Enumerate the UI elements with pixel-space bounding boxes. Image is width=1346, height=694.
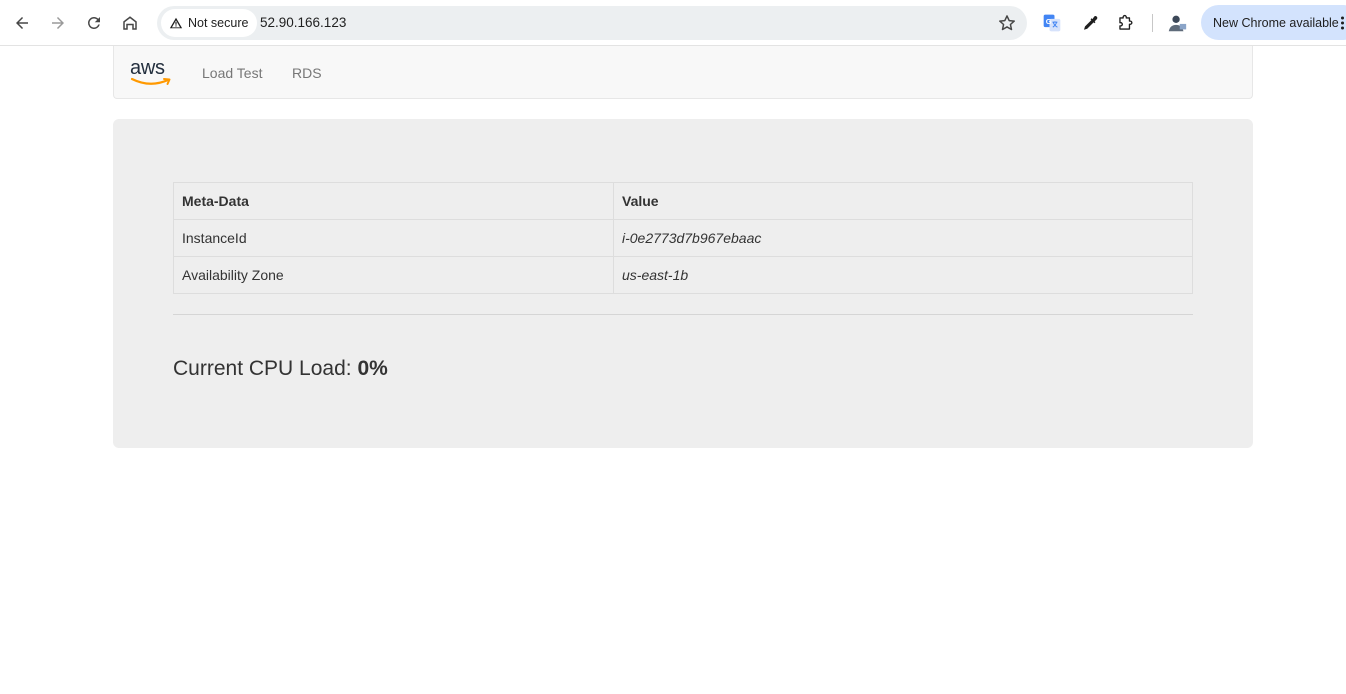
chrome-update-button[interactable]: New Chrome available [1201,5,1346,40]
header-value: Value [613,182,1193,220]
warning-icon [169,17,183,29]
divider [173,314,1193,315]
site-navbar: aws Load Test RDS [113,46,1253,99]
reload-icon [87,16,100,29]
url-text[interactable]: 52.90.166.123 [260,15,346,30]
svg-text:G: G [1046,17,1052,26]
toolbar-separator [1152,14,1153,32]
bookmark-star-icon[interactable] [997,13,1017,33]
table-header-row: Meta-Data Value [173,182,1193,220]
translate-icon: G [1043,14,1061,32]
table-row: InstanceId i-0e2773d7b967ebaac [173,219,1193,257]
home-button[interactable] [116,9,144,37]
back-button[interactable] [8,9,36,37]
aws-smile-icon [130,77,171,85]
nav-rds[interactable]: RDS [292,65,322,81]
address-bar[interactable]: Not secure 52.90.166.123 [157,6,1027,40]
security-label: Not secure [188,16,249,30]
cpu-load-text: Current CPU Load: 0% [173,357,388,381]
security-chip[interactable]: Not secure [161,9,258,37]
arrow-left-icon [16,17,28,29]
translate-extension-button[interactable]: G [1040,11,1064,35]
row-value-availability-zone: us-east-1b [613,256,1193,294]
eyedropper-icon [1084,16,1098,30]
puzzle-icon [1118,14,1132,30]
cpu-load-value: 0% [357,357,388,380]
extensions-button[interactable] [1113,11,1137,35]
table-row: Availability Zone us-east-1b [173,256,1193,294]
cpu-load-label: Current CPU Load: [173,357,352,380]
reload-button[interactable] [80,9,108,37]
aws-logo-text: aws [130,57,165,79]
home-icon [123,16,137,30]
nav-load-test[interactable]: Load Test [202,65,262,81]
arrow-right-icon [52,17,64,29]
avatar-icon [1166,12,1188,34]
eyedropper-extension-button[interactable] [1078,11,1102,35]
row-key-instance-id: InstanceId [173,219,614,257]
main-panel: Meta-Data Value InstanceId i-0e2773d7b96… [113,119,1253,448]
profile-button[interactable] [1165,11,1189,35]
more-menu-icon[interactable] [1341,16,1344,30]
row-key-availability-zone: Availability Zone [173,256,614,294]
forward-button[interactable] [44,9,72,37]
aws-logo[interactable]: aws [130,58,174,88]
row-value-instance-id: i-0e2773d7b967ebaac [613,219,1193,257]
update-label: New Chrome available [1213,15,1339,30]
header-meta-data: Meta-Data [173,182,614,220]
browser-toolbar: Not secure 52.90.166.123 G New Chrome av… [0,0,1346,46]
metadata-table: Meta-Data Value InstanceId i-0e2773d7b96… [173,182,1193,294]
